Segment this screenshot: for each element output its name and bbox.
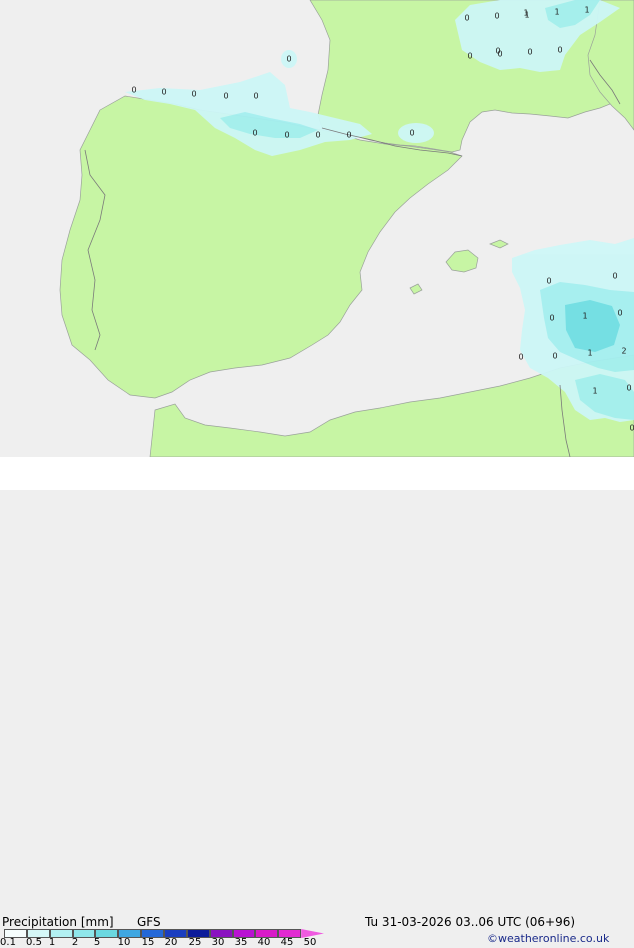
grid-point-value: 0 bbox=[527, 48, 532, 57]
grid-point-value: 0 bbox=[552, 352, 557, 361]
colorbar-segment bbox=[118, 929, 142, 938]
footer: Precipitation [mm] GFS Tu 31-03-2026 03.… bbox=[0, 457, 634, 948]
colorbar-segment bbox=[301, 929, 324, 938]
precip-area-mediterranean-core bbox=[565, 300, 620, 352]
colorbar-tick-label: 0.1 bbox=[0, 937, 16, 948]
grid-point-value: 0 bbox=[495, 47, 500, 56]
colorbar-tick-label: 20 bbox=[164, 937, 178, 948]
colorbar-segment bbox=[4, 929, 27, 938]
grid-point-value: 0 bbox=[518, 353, 523, 362]
grid-point-value: 0 bbox=[549, 314, 554, 323]
precipitation-map: 0011100000000000000000001001210001 bbox=[0, 0, 634, 457]
colorbar-tick-label: 0.5 bbox=[26, 937, 42, 948]
valid-datetime: Tu 31-03-2026 03..06 UTC (06+96) bbox=[365, 915, 576, 929]
colorbar-segment bbox=[141, 929, 164, 938]
legend-title: Precipitation [mm] bbox=[2, 915, 114, 929]
grid-point-value: 1 bbox=[584, 6, 589, 15]
colorbar-tick-label: 50 bbox=[303, 937, 317, 948]
grid-point-value: 1 bbox=[582, 312, 587, 321]
colorbar-tick-label: 1 bbox=[48, 937, 56, 948]
grid-point-value: 0 bbox=[617, 309, 622, 318]
colorbar-segment bbox=[278, 929, 302, 938]
precipitation-colorbar bbox=[4, 929, 324, 938]
colorbar-tick-label: 35 bbox=[234, 937, 248, 948]
precip-area-pyrenees bbox=[398, 123, 434, 143]
colorbar-segment bbox=[255, 929, 279, 938]
model-name: GFS bbox=[137, 915, 161, 929]
grid-point-value: 0 bbox=[223, 92, 228, 101]
grid-point-value: 0 bbox=[464, 14, 469, 23]
grid-point-value: 1 bbox=[554, 8, 559, 17]
credit-link[interactable]: ©weatheronline.co.uk bbox=[487, 932, 609, 945]
colorbar-segment bbox=[72, 929, 96, 938]
grid-point-value: 0 bbox=[557, 46, 562, 55]
grid-point-value: 0 bbox=[346, 131, 351, 140]
colorbar-segment bbox=[26, 929, 50, 938]
colorbar-tick-label: 5 bbox=[93, 937, 101, 948]
colorbar-tick-label: 45 bbox=[280, 937, 294, 948]
colorbar-tick-label: 40 bbox=[257, 937, 271, 948]
grid-point-value: 1 bbox=[523, 9, 528, 18]
grid-point-value: 0 bbox=[494, 12, 499, 21]
colorbar-segment bbox=[95, 929, 119, 938]
grid-point-value: 0 bbox=[546, 277, 551, 286]
grid-point-value: 0 bbox=[161, 88, 166, 97]
colorbar-tick-label: 30 bbox=[211, 937, 225, 948]
grid-point-value: 1 bbox=[587, 349, 592, 358]
grid-point-value: 0 bbox=[284, 131, 289, 140]
grid-point-value: 0 bbox=[131, 86, 136, 95]
colorbar-tick-label: 15 bbox=[141, 937, 155, 948]
grid-point-value: 0 bbox=[409, 129, 414, 138]
grid-point-value: 0 bbox=[253, 92, 258, 101]
colorbar-tick-label: 25 bbox=[188, 937, 202, 948]
grid-point-value: 1 bbox=[592, 387, 597, 396]
grid-point-value: 0 bbox=[252, 129, 257, 138]
colorbar-segment bbox=[209, 929, 233, 938]
colorbar-segment bbox=[49, 929, 73, 938]
colorbar-tick-label: 10 bbox=[117, 937, 131, 948]
grid-point-value: 2 bbox=[621, 347, 626, 356]
colorbar-tick-label: 2 bbox=[71, 937, 79, 948]
colorbar-segment bbox=[164, 929, 187, 938]
grid-point-value: 0 bbox=[467, 52, 472, 61]
grid-point-value: 0 bbox=[191, 90, 196, 99]
grid-point-value: 0 bbox=[626, 384, 631, 393]
colorbar-segment bbox=[232, 929, 256, 938]
grid-point-value: 0 bbox=[315, 131, 320, 140]
colorbar-segment bbox=[186, 929, 210, 938]
grid-point-value: 0 bbox=[629, 424, 634, 433]
grid-point-value: 0 bbox=[286, 55, 291, 64]
grid-point-value: 0 bbox=[612, 272, 617, 281]
